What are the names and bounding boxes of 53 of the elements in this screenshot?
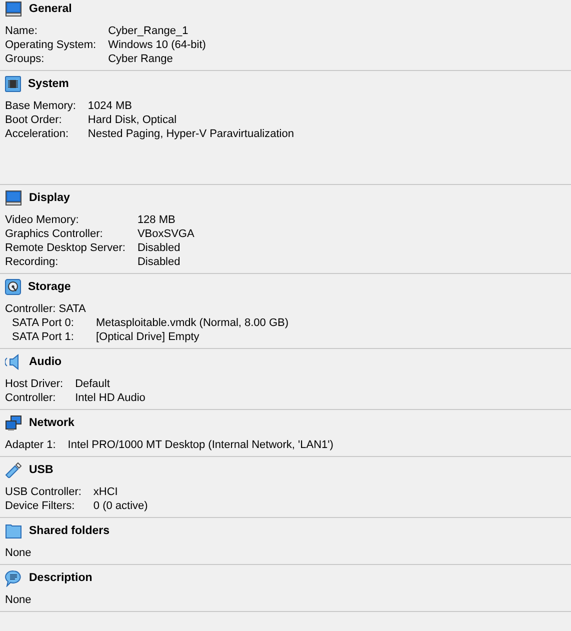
property-label: Controller: <box>5 391 57 405</box>
property-label: SATA Port 1: <box>12 330 74 344</box>
section-title[interactable]: System <box>28 78 69 90</box>
property-label: Operating System: <box>5 38 96 52</box>
chip-icon <box>5 76 21 92</box>
property-value: Disabled <box>137 241 182 255</box>
property-value: Windows 10 (64-bit) <box>108 38 207 52</box>
property-label: SATA Port 0: <box>12 316 74 330</box>
property-value: VBoxSVGA <box>137 227 196 241</box>
property-label: Video Memory: <box>5 213 80 227</box>
property-label: Recording: <box>5 255 60 269</box>
detail-text: Controller: SATA <box>5 302 87 316</box>
section-title[interactable]: Network <box>29 417 74 429</box>
section-title[interactable]: Storage <box>28 281 71 293</box>
property-value: Hard Disk, Optical <box>88 113 178 127</box>
property-value: Cyber_Range_1 <box>108 24 190 38</box>
property-label: Adapter 1: <box>5 438 56 452</box>
section-title[interactable]: Audio <box>29 356 62 368</box>
section-title[interactable]: General <box>29 3 72 15</box>
section-title[interactable]: Display <box>29 192 70 204</box>
detail-text: None <box>5 593 32 607</box>
property-value: 0 (0 active) <box>93 499 149 513</box>
section-title[interactable]: USB <box>29 464 54 476</box>
property-label: Device Filters: <box>5 499 76 513</box>
section-title[interactable]: Shared folders <box>29 525 110 537</box>
detail-text: None <box>5 546 32 560</box>
property-label: Host Driver: <box>5 377 64 391</box>
property-value: Default <box>75 377 111 391</box>
property-label: Acceleration: <box>5 127 70 141</box>
property-value: Metasploitable.vmdk (Normal, 8.00 GB) <box>96 316 290 330</box>
property-value: Disabled <box>137 255 182 269</box>
section-title[interactable]: Description <box>29 572 92 584</box>
property-value: xHCI <box>93 485 119 499</box>
property-label: Graphics Controller: <box>5 227 104 241</box>
property-value: Cyber Range <box>108 52 174 66</box>
network-icon <box>5 415 22 431</box>
monitor-icon <box>5 190 22 206</box>
property-label: Base Memory: <box>5 99 76 113</box>
monitor-icon <box>5 1 22 17</box>
property-label: Name: <box>5 24 38 38</box>
property-label: Remote Desktop Server: <box>5 241 126 255</box>
property-value: 128 MB <box>137 213 176 227</box>
folder-icon <box>5 523 22 539</box>
property-value: Intel PRO/1000 MT Desktop (Internal Network, 'LAN1') <box>68 438 334 452</box>
usb-stick-icon <box>5 462 22 478</box>
speech-bubble-icon <box>5 570 22 586</box>
property-label: Groups: <box>5 52 46 66</box>
property-value: Nested Paging, Hyper-V Paravirtualization <box>88 127 295 141</box>
property-label: Boot Order: <box>5 113 63 127</box>
property-value: [Optical Drive] Empty <box>96 330 200 344</box>
property-value: Intel HD Audio <box>75 391 146 405</box>
property-label: USB Controller: <box>5 485 82 499</box>
property-value: 1024 MB <box>88 99 133 113</box>
